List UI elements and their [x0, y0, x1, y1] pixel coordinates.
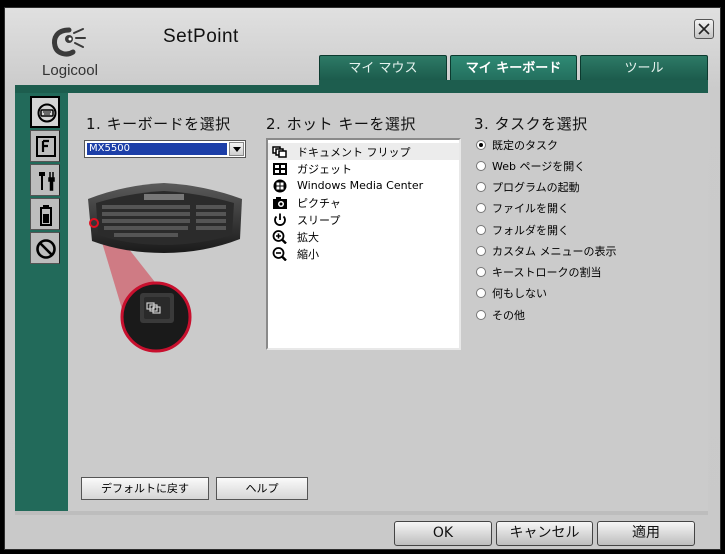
content-panel: 1. キーボードを選択 2. ホット キーを選択 3. タスクを選択 MX550…	[68, 93, 708, 511]
task-label: 既定のタスク	[492, 139, 558, 152]
task-option-keystroke[interactable]: キーストロークの割当	[476, 263, 601, 281]
radio-button[interactable]	[476, 161, 486, 171]
document-flip-icon	[272, 145, 287, 158]
zoom-in-icon	[272, 229, 287, 244]
hotkey-label: ガジェット	[297, 162, 352, 176]
hotkey-item-zoom-out[interactable]: 縮小	[268, 245, 459, 262]
radio-button[interactable]	[476, 140, 486, 150]
radio-button[interactable]	[476, 310, 486, 320]
gadget-icon	[273, 162, 287, 175]
close-button[interactable]	[694, 19, 714, 39]
radio-button[interactable]	[476, 246, 486, 256]
task-label: 何もしない	[492, 287, 547, 300]
cancel-button[interactable]: キャンセル	[496, 521, 593, 546]
radio-button[interactable]	[476, 225, 486, 235]
task-label: フォルダを開く	[492, 224, 569, 237]
hotkey-item-document-flip[interactable]: ドキュメント フリップ	[268, 143, 459, 160]
keyboard-icon	[37, 103, 57, 123]
hotkey-item-picture[interactable]: ピクチャ	[268, 194, 459, 211]
hotkey-label: 縮小	[297, 247, 319, 261]
hotkey-label: スリープ	[297, 213, 341, 227]
hotkey-label: Windows Media Center	[297, 179, 424, 192]
section-select-hotkey-title: 2. ホット キーを選択	[266, 115, 416, 133]
task-option-open-folder[interactable]: フォルダを開く	[476, 221, 569, 239]
apply-button[interactable]: 適用	[597, 521, 695, 546]
f-key-icon	[36, 136, 56, 157]
sidebar-fkey-button[interactable]	[30, 130, 60, 162]
task-option-open-file[interactable]: ファイルを開く	[476, 199, 569, 217]
content-top-band	[15, 85, 708, 93]
hotkey-item-zoom-in[interactable]: 拡大	[268, 228, 459, 245]
radio-button[interactable]	[476, 182, 486, 192]
keyboard-select-dropdown-button[interactable]	[229, 142, 244, 156]
task-option-custom-menu[interactable]: カスタム メニューの表示	[476, 242, 617, 260]
task-option-other[interactable]: その他	[476, 306, 525, 324]
logicool-logo-icon	[52, 27, 86, 57]
zoom-out-icon	[272, 246, 287, 261]
keyboard-select[interactable]: MX5500	[84, 140, 246, 158]
help-button[interactable]: ヘルプ	[216, 477, 308, 500]
hotkey-item-gadget[interactable]: ガジェット	[268, 160, 459, 177]
task-label: カスタム メニューの表示	[492, 245, 617, 258]
sidebar-battery-button[interactable]	[30, 198, 60, 230]
task-label: Web ページを開く	[492, 160, 586, 173]
chevron-down-icon	[233, 147, 241, 152]
restore-default-button[interactable]: デフォルトに戻す	[81, 477, 209, 500]
logicool-logo: Logicool	[35, 22, 105, 84]
tools-icon	[39, 172, 55, 191]
hotkey-item-windows-media-center[interactable]: Windows Media Center	[268, 177, 459, 194]
radio-button[interactable]	[476, 203, 486, 213]
task-label: ファイルを開く	[492, 202, 569, 215]
task-label: プログラムの起動	[492, 181, 580, 194]
section-select-task-title: 3. タスクを選択	[474, 115, 588, 133]
keyboard-select-value: MX5500	[87, 143, 227, 155]
power-icon	[274, 213, 286, 226]
task-option-launch-program[interactable]: プログラムの起動	[476, 178, 580, 196]
close-icon	[698, 23, 710, 35]
radio-button[interactable]	[476, 267, 486, 277]
sidebar-tools-button[interactable]	[30, 164, 60, 196]
logo-text: Logicool	[42, 62, 98, 79]
task-option-do-nothing[interactable]: 何もしない	[476, 284, 547, 302]
tab-tools[interactable]: ツール	[580, 55, 708, 81]
sidebar-disable-button[interactable]	[30, 232, 60, 264]
ok-button[interactable]: OK	[394, 521, 492, 546]
battery-icon	[40, 205, 52, 226]
tab-my-mouse[interactable]: マイ マウス	[319, 55, 447, 81]
hotkey-item-sleep[interactable]: スリープ	[268, 211, 459, 228]
task-label: その他	[492, 309, 525, 322]
prohibit-icon	[36, 239, 56, 259]
radio-button[interactable]	[476, 288, 486, 298]
section-select-keyboard-title: 1. キーボードを選択	[86, 115, 231, 133]
setpoint-window: Logicool SetPoint マイ マウス マイ キーボード ツール 1.…	[4, 7, 721, 550]
windows-media-center-icon	[273, 179, 287, 192]
hotkey-list[interactable]: ドキュメント フリップ ガジェット Windows Media Center ピ…	[266, 138, 461, 350]
task-label: キーストロークの割当	[492, 266, 602, 279]
app-title: SetPoint	[163, 26, 239, 47]
task-option-open-web-page[interactable]: Web ページを開く	[476, 157, 585, 175]
hotkey-label: ドキュメント フリップ	[297, 145, 411, 159]
keyboard-illustration	[88, 183, 242, 353]
task-option-default[interactable]: 既定のタスク	[476, 136, 558, 154]
hotkey-label: 拡大	[297, 230, 319, 244]
bottom-band	[15, 511, 708, 515]
sidebar-keyboard-button[interactable]	[30, 96, 60, 128]
hotkey-label: ピクチャ	[297, 196, 341, 210]
camera-icon	[273, 196, 287, 209]
tab-my-keyboard[interactable]: マイ キーボード	[450, 55, 577, 81]
